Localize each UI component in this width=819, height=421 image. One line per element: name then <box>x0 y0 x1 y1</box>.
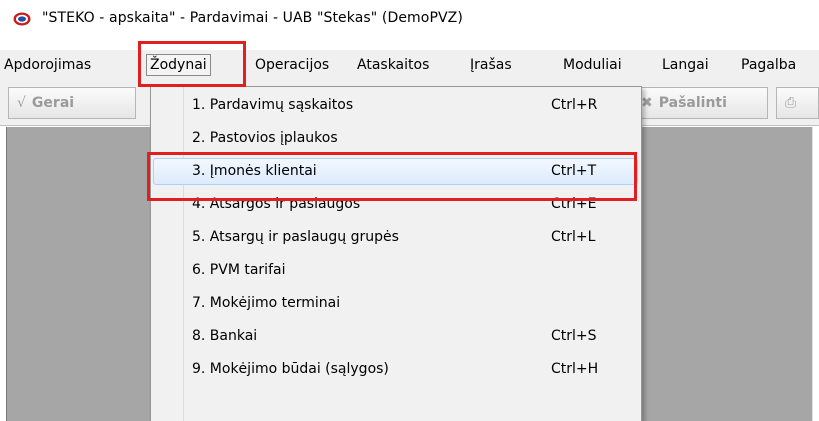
window-title: "STEKO - apskaita" - Pardavimai - UAB "S… <box>42 10 463 26</box>
menu-item-label: 9. Mokėjimo būdai (sąlygos) <box>192 361 389 377</box>
menu-item-pardavimu-saskaitos[interactable]: 1. Pardavimų sąskaitos Ctrl+R <box>151 89 641 122</box>
pasalinti-button[interactable]: ✖ Pašalinti <box>632 87 768 119</box>
title-bar: "STEKO - apskaita" - Pardavimai - UAB "S… <box>0 0 819 40</box>
gerai-button-label: Gerai <box>31 95 75 111</box>
menu-item-label: 4. Atsargos ir paslaugos <box>192 196 361 212</box>
menu-item-label: 2. Pastovios įplaukos <box>192 130 338 146</box>
menu-item-shortcut: Ctrl+T <box>551 163 597 179</box>
menu-item-label: 6. PVM tarifai <box>192 262 286 278</box>
menu-moduliai[interactable]: Moduliai <box>563 54 622 76</box>
menu-ataskaitos[interactable]: Ataskaitos <box>357 54 429 76</box>
menu-item-atsargu-grupes[interactable]: 5. Atsargų ir paslaugų grupės Ctrl+L <box>151 221 641 254</box>
menu-item-mokejimo-budai[interactable]: 9. Mokėjimo būdai (sąlygos) Ctrl+H <box>151 353 641 386</box>
print-icon: ⎙ <box>785 95 797 111</box>
menu-item-label: 8. Bankai <box>192 328 258 344</box>
menu-item-label: 7. Mokėjimo terminai <box>192 295 341 311</box>
menu-pagalba[interactable]: Pagalba <box>741 54 796 76</box>
menu-item-label: 3. Įmonės klientai <box>192 163 317 179</box>
pasalinti-button-label: Pašalinti <box>658 95 727 111</box>
app-logo-icon <box>13 12 31 26</box>
zodynai-dropdown-menu: 1. Pardavimų sąskaitos Ctrl+R 2. Pastovi… <box>150 86 642 421</box>
menu-item-pvm-tarifai[interactable]: 6. PVM tarifai <box>151 254 641 287</box>
menu-item-atsargos-ir-paslaugos[interactable]: 4. Atsargos ir paslaugos Ctrl+E <box>151 188 641 221</box>
menu-operacijos[interactable]: Operacijos <box>255 54 329 76</box>
menu-item-imones-klientai[interactable]: 3. Įmonės klientai Ctrl+T <box>151 155 641 188</box>
menu-irasas[interactable]: Įrašas <box>470 54 512 76</box>
menu-item-shortcut: Ctrl+H <box>551 361 599 377</box>
check-icon: √ <box>17 95 26 111</box>
menu-item-shortcut: Ctrl+E <box>551 196 597 212</box>
print-button[interactable]: ⎙ <box>776 87 819 119</box>
menu-item-label: 1. Pardavimų sąskaitos <box>192 97 354 113</box>
menu-item-bankai[interactable]: 8. Bankai Ctrl+S <box>151 320 641 353</box>
menu-item-pastovios-iplaukos[interactable]: 2. Pastovios įplaukos <box>151 122 641 155</box>
menu-item-shortcut: Ctrl+L <box>551 229 596 245</box>
gerai-button[interactable]: √ Gerai <box>8 87 136 119</box>
delete-record-icon: ✖ <box>641 95 653 111</box>
menu-zodynai[interactable]: Žodynai <box>146 54 211 76</box>
menu-item-mokejimo-terminai[interactable]: 7. Mokėjimo terminai <box>151 287 641 320</box>
menu-item-shortcut: Ctrl+S <box>551 328 597 344</box>
menu-langai[interactable]: Langai <box>662 54 709 76</box>
menu-item-shortcut: Ctrl+R <box>551 97 598 113</box>
menu-item-label: 5. Atsargų ir paslaugų grupės <box>192 229 399 245</box>
menu-bar: Apdorojimas Žodynai Operacijos Ataskaito… <box>0 50 819 78</box>
menu-apdorojimas[interactable]: Apdorojimas <box>4 54 91 76</box>
